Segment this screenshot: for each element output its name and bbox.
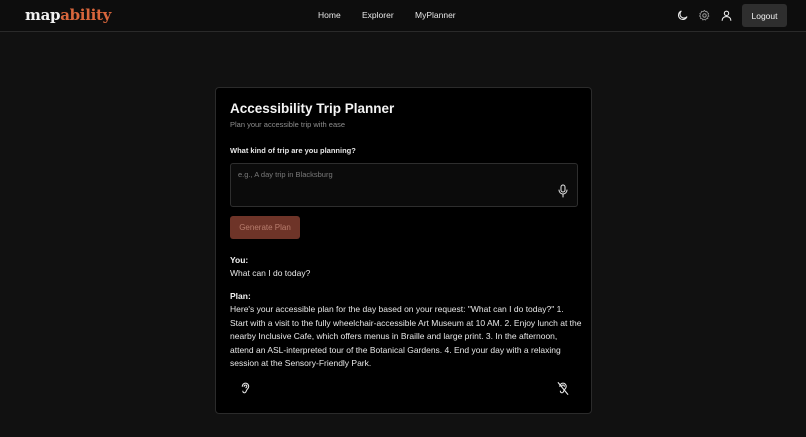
logout-button[interactable]: Logout — [742, 4, 787, 27]
generate-plan-button[interactable]: Generate Plan — [230, 216, 300, 239]
ear-icon[interactable] — [239, 381, 252, 396]
user-message: What can I do today? — [230, 268, 311, 278]
nav-link-home[interactable]: Home — [318, 10, 341, 20]
you-label: You: — [230, 255, 249, 265]
gear-icon[interactable] — [698, 9, 711, 22]
trip-question-label: What kind of trip are you planning? — [230, 146, 356, 155]
microphone-icon[interactable] — [557, 184, 569, 198]
trip-input[interactable] — [230, 163, 578, 207]
logo-part-ability: ability — [60, 6, 112, 24]
plan-label: Plan: — [230, 291, 251, 301]
trip-planner-card: Accessibility Trip Planner Plan your acc… — [215, 87, 592, 414]
logo[interactable]: mapability — [25, 6, 111, 24]
navbar: mapability Home Explorer MyPlanner Logou… — [0, 0, 806, 32]
page-title: Accessibility Trip Planner — [230, 101, 395, 116]
nav-link-explorer[interactable]: Explorer — [362, 10, 394, 20]
plan-text: Here's your accessible plan for the day … — [230, 304, 582, 368]
user-icon[interactable] — [720, 9, 733, 22]
page-subtitle: Plan your accessible trip with ease — [230, 120, 346, 129]
nav-link-myplanner[interactable]: MyPlanner — [415, 10, 456, 20]
logo-part-map: map — [25, 6, 61, 24]
moon-icon[interactable] — [676, 9, 689, 22]
ear-off-icon[interactable] — [556, 381, 570, 396]
